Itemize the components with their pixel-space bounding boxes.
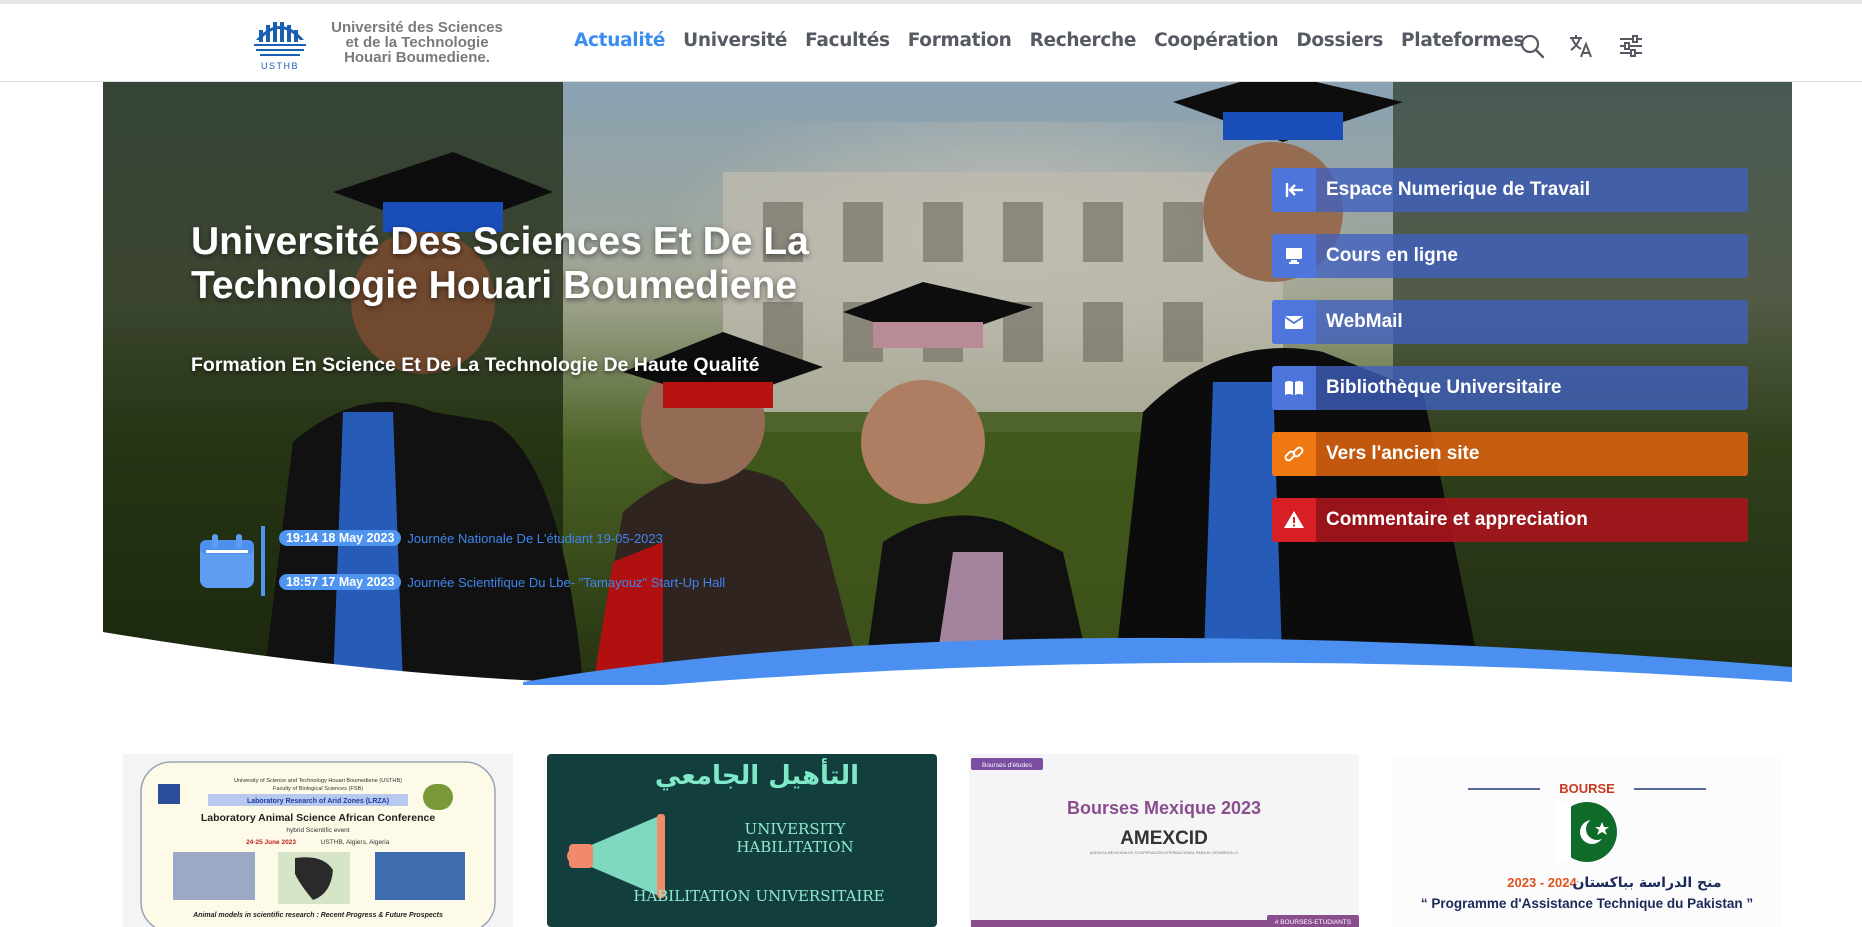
hero-banner: Université Des Sciences Et De La Technol… (103, 82, 1792, 685)
news-cards: University of Science and Technology Hou… (123, 754, 1783, 927)
main-nav: Actualité Université Facultés Formation … (574, 30, 1542, 51)
search-icon[interactable] (1518, 32, 1546, 60)
brand-line: Université des Sciences (331, 19, 503, 36)
nav-item-dossiers[interactable]: Dossiers (1296, 30, 1383, 51)
card-image-habilitation: التأهيل الجامعي UNIVERSITY HABILITATION … (547, 754, 937, 927)
quick-link-label: Bibliothèque Universitaire (1326, 377, 1562, 398)
quick-link-cours[interactable]: Cours en ligne (1272, 234, 1748, 278)
card-image-mexique: Bourses d'études Bourses Mexique 2023 AM… (969, 754, 1359, 927)
quick-link-label: Vers l'ancien site (1326, 443, 1480, 464)
card-arabic: منح الدراسة بباكستان (1572, 875, 1721, 891)
quick-link-webmail[interactable]: WebMail (1272, 300, 1748, 344)
card-image-pakistan: BOURSE 2023 - 2024 منح الدراسة بباكستان … (1392, 754, 1782, 927)
card-title: Bourses Mexique 2023 (1067, 798, 1261, 818)
news-title[interactable]: Journée Scientifique Du Lbe- "Tamayouz" … (407, 575, 725, 590)
hero-title: Université Des Sciences Et De La Technol… (191, 220, 809, 307)
card-heading: BOURSE (1559, 781, 1615, 796)
news-date: 19:14 18 May 2023 (279, 530, 402, 546)
nav-item-actualite[interactable]: Actualité (574, 30, 665, 51)
login-arrow-icon (1272, 168, 1316, 212)
quick-link-label: Cours en ligne (1326, 245, 1458, 266)
card-arabic: التأهيل الجامعي (655, 758, 859, 791)
mail-icon (1272, 300, 1316, 344)
news-card[interactable]: التأهيل الجامعي UNIVERSITY HABILITATION … (547, 754, 937, 927)
quick-links: Espace Numerique de Travail Cours en lig… (1272, 168, 1748, 564)
warning-icon (1272, 498, 1316, 542)
card-text: University of Science and Technology Hou… (234, 778, 402, 784)
nav-item-recherche[interactable]: Recherche (1030, 30, 1137, 51)
news-item[interactable]: 19:14 18 May 2023 Journée Nationale De L… (279, 530, 663, 546)
card-text: Laboratory Research of Arid Zones (LRZA) (247, 798, 389, 805)
card-org-sub: AGENCIA MEXICANA DE COOPERACIÓN INTERNAC… (1090, 850, 1239, 855)
nav-item-facultes[interactable]: Facultés (805, 30, 890, 51)
logo-text: USTHB (261, 61, 299, 71)
usthb-logo[interactable]: USTHB (250, 16, 310, 72)
quick-link-commentaire[interactable]: Commentaire et appreciation (1272, 498, 1748, 542)
quick-link-bibliotheque[interactable]: Bibliothèque Universitaire (1272, 366, 1748, 410)
card-text: hybrid Scientific event (286, 827, 349, 834)
nav-item-formation[interactable]: Formation (908, 30, 1012, 51)
news-item[interactable]: 18:57 17 May 2023 Journée Scientifique D… (279, 574, 725, 590)
card-fr: HABILITATION UNIVERSITAIRE (633, 887, 884, 905)
quick-link-label: Espace Numerique de Travail (1326, 179, 1591, 200)
brand-line: et de la Technologie (345, 34, 489, 51)
quick-link-ent[interactable]: Espace Numerique de Travail (1272, 168, 1748, 212)
brand-line: Houari Boumediene. (344, 49, 490, 66)
calendar-icon (200, 534, 254, 588)
card-text: USTHB, Algiers, Algeria (321, 839, 390, 846)
card-text: Laboratory Animal Science African Confer… (201, 812, 436, 824)
news-title[interactable]: Journée Nationale De L'étudiant 19-05-20… (407, 531, 662, 546)
card-image-conference: University of Science and Technology Hou… (123, 754, 513, 927)
news-card[interactable]: BOURSE 2023 - 2024 منح الدراسة بباكستان … (1392, 754, 1782, 927)
card-org: AMEXCID (1120, 828, 1208, 849)
quick-link-ancien-site[interactable]: Vers l'ancien site (1272, 432, 1748, 476)
card-french: “ Programme d'Assistance Technique du Pa… (1421, 896, 1753, 911)
news-divider (261, 526, 265, 596)
card-text: Faculty of Biological Sciences (FSB) (273, 786, 363, 792)
card-tag: Bourses d'études (982, 762, 1033, 769)
translate-icon[interactable] (1567, 32, 1595, 60)
nav-item-cooperation[interactable]: Coopération (1154, 30, 1278, 51)
nav-item-universite[interactable]: Université (683, 30, 787, 51)
monitor-icon (1272, 234, 1316, 278)
site-header: USTHB Université des Sciences et de la T… (0, 4, 1862, 82)
quick-link-label: Commentaire et appreciation (1326, 509, 1588, 530)
link-icon (1272, 432, 1316, 476)
card-years: 2023 - 2024 (1507, 875, 1577, 890)
news-date: 18:57 17 May 2023 (279, 574, 402, 590)
card-en: HABILITATION (736, 838, 853, 856)
hero-subtitle: Formation En Science Et De La Technologi… (191, 354, 760, 376)
book-icon (1272, 366, 1316, 410)
card-en: UNIVERSITY (745, 820, 847, 838)
news-card[interactable]: Bourses d'études Bourses Mexique 2023 AM… (969, 754, 1359, 927)
card-text: Animal models in scientific research : R… (192, 912, 443, 919)
quick-link-label: WebMail (1326, 311, 1403, 332)
news-card[interactable]: University of Science and Technology Hou… (123, 754, 513, 927)
brand-name[interactable]: Université des Sciences et de la Technol… (322, 20, 512, 65)
settings-sliders-icon[interactable] (1617, 32, 1645, 60)
card-text: 24-25 June 2023 (246, 839, 296, 846)
nav-item-plateformes[interactable]: Plateformes (1401, 30, 1525, 51)
card-footer-tag: # BOURSES-ETUDIANTS (1275, 919, 1352, 926)
